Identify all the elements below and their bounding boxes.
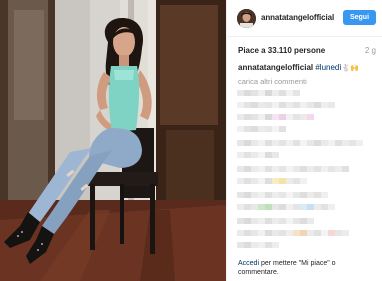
follow-button[interactable]: Segui [343,10,376,25]
caption-username[interactable]: annatatangelofficial [238,63,313,72]
post-header: annatatangelofficial Segui [227,0,382,37]
post-photo[interactable] [0,0,226,281]
likes-count[interactable]: Piace a 33.110 persone [238,46,325,55]
load-more-comments-link[interactable]: carica altri commenti [238,77,307,86]
username-link[interactable]: annatatangelofficial [261,13,334,22]
blurred-comments [237,88,377,248]
login-prompt: Accedi per mettere "Mi piace" o commenta… [238,259,378,277]
post-details-panel: annatatangelofficial Segui Piace a 33.11… [226,0,382,281]
post-time[interactable]: 2 g [365,46,376,55]
caption-emoji: 🐇🙌 [341,65,360,72]
login-link[interactable]: Accedi [238,260,259,267]
instagram-post: annatatangelofficial Segui Piace a 33.11… [0,0,382,281]
avatar[interactable] [237,9,256,28]
photo-illustration [0,0,226,281]
caption-hashtag[interactable]: #lunedì [315,63,341,72]
caption: annatatangelofficial #lunedì🐇🙌 [238,63,359,72]
